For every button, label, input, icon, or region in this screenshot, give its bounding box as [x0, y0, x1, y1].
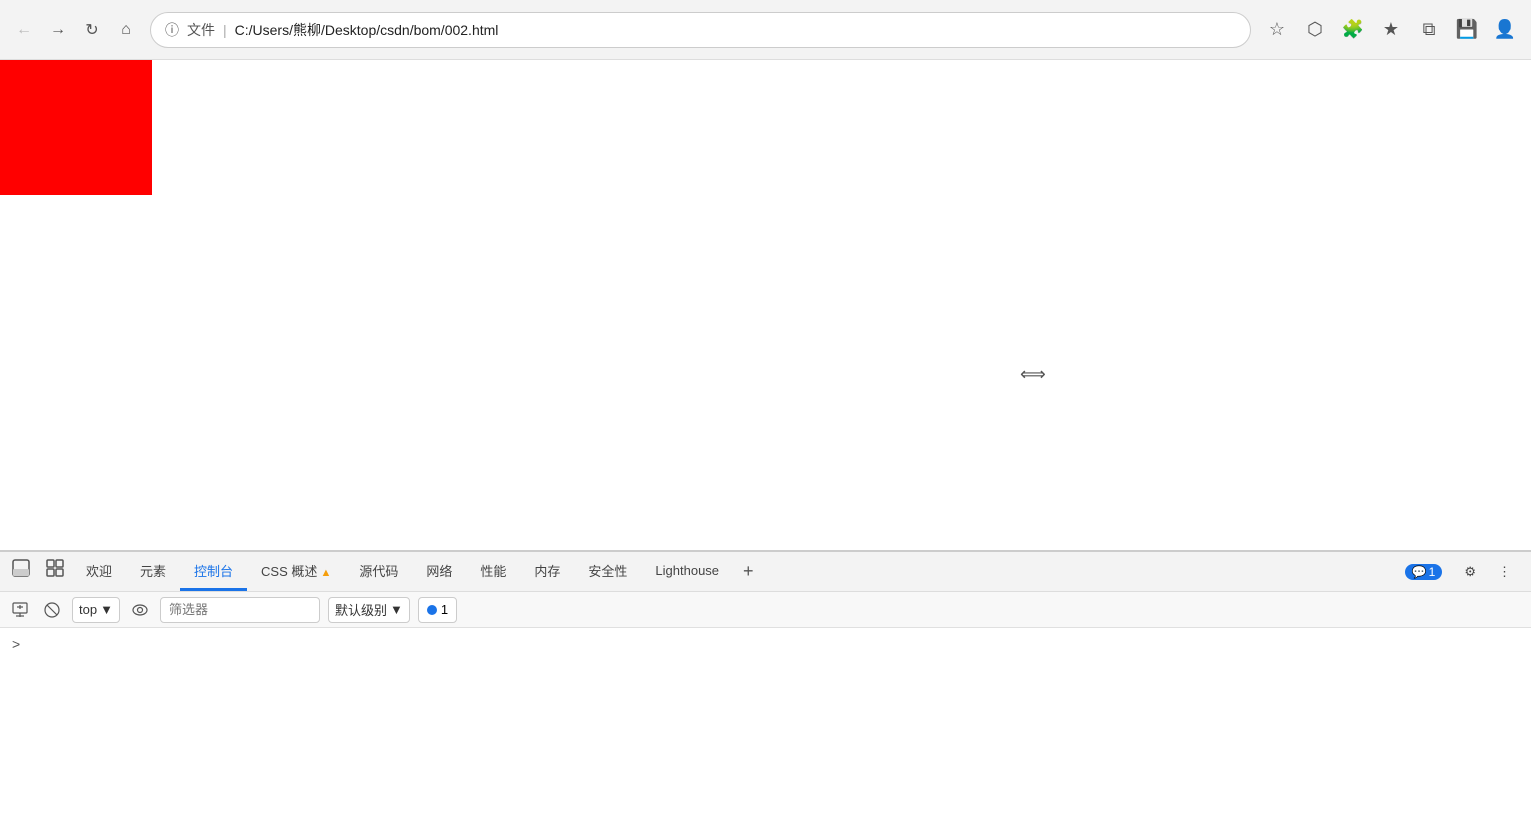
favorites-bar-icon[interactable]: ★ — [1377, 16, 1405, 44]
tab-performance[interactable]: 性能 — [466, 553, 520, 591]
message-count-badge[interactable]: 1 — [418, 597, 457, 623]
devtools-settings-button[interactable]: ⚙ — [1456, 560, 1484, 584]
console-message-badge: 💬1 — [1405, 564, 1443, 580]
forward-button[interactable]: → — [46, 18, 70, 42]
tab-memory[interactable]: 内存 — [520, 553, 574, 591]
message-dot-icon — [427, 605, 437, 615]
info-icon: ⓘ — [165, 20, 179, 40]
console-toolbar: top ▼ 默认级别 ▼ 1 — [0, 592, 1531, 628]
console-chevron-icon[interactable]: > — [12, 636, 20, 652]
add-tab-button[interactable]: + — [733, 557, 764, 586]
tab-css-overview[interactable]: CSS 概述 — [247, 553, 345, 591]
split-screen-icon[interactable]: ⬡ — [1301, 16, 1329, 44]
dropdown-arrow-icon: ▼ — [100, 602, 113, 617]
eye-button[interactable] — [128, 598, 152, 622]
address-bar[interactable]: ⓘ 文件 | C:/Users/熊柳/Desktop/csdn/bom/002.… — [150, 12, 1251, 48]
url-text: C:/Users/熊柳/Desktop/csdn/bom/002.html — [235, 20, 1236, 40]
resize-cursor-indicator: ⟺ — [1020, 364, 1046, 385]
more-icon: ⋮ — [1498, 564, 1511, 580]
favorites-star-icon[interactable]: ☆ — [1263, 16, 1291, 44]
context-dropdown[interactable]: top ▼ — [72, 597, 120, 623]
message-count-label: 1 — [441, 602, 448, 617]
level-dropdown-arrow-icon: ▼ — [390, 602, 403, 617]
toolbar-icons: ☆ ⬡ 🧩 ★ ⧉ 💾 👤 — [1263, 16, 1519, 44]
tab-console[interactable]: 控制台 — [180, 553, 247, 591]
tab-dock-icon[interactable] — [4, 555, 38, 589]
devtools-panel: 欢迎 元素 控制台 CSS 概述 源代码 网络 性能 内存 安全性 Lighth… — [0, 550, 1531, 840]
tab-welcome[interactable]: 欢迎 — [72, 553, 126, 591]
profile-icon[interactable]: 👤 — [1491, 16, 1519, 44]
console-content: > — [0, 628, 1531, 840]
tab-sources[interactable]: 源代码 — [345, 553, 412, 591]
tab-security[interactable]: 安全性 — [574, 553, 641, 591]
clear-console-button[interactable] — [40, 598, 64, 622]
back-button[interactable]: ← — [12, 18, 36, 42]
devtools-tabs: 欢迎 元素 控制台 CSS 概述 源代码 网络 性能 内存 安全性 Lighth… — [0, 552, 1531, 592]
extensions-icon[interactable]: 🧩 — [1339, 16, 1367, 44]
red-box — [0, 60, 152, 195]
separator: | — [223, 22, 227, 38]
nav-buttons: ← → ↻ ⌂ — [12, 18, 138, 42]
tab-undock-icon[interactable] — [38, 555, 72, 589]
devtools-more-button[interactable]: ⋮ — [1490, 560, 1519, 584]
console-prompt-row: > — [0, 632, 1531, 656]
add-expression-button[interactable] — [8, 598, 32, 622]
tab-network[interactable]: 网络 — [412, 553, 466, 591]
home-button[interactable]: ⌂ — [114, 18, 138, 42]
default-level-label: 默认级别 — [335, 600, 387, 619]
console-count-badge[interactable]: 💬1 — [1397, 560, 1451, 584]
settings-icon: ⚙ — [1464, 564, 1476, 580]
file-label: 文件 — [187, 20, 215, 40]
save-icon[interactable]: 💾 — [1453, 16, 1481, 44]
refresh-button[interactable]: ↻ — [80, 18, 104, 42]
devtools-right-icons: 💬1 ⚙ ⋮ — [1397, 560, 1527, 584]
browser-chrome: ← → ↻ ⌂ ⓘ 文件 | C:/Users/熊柳/Desktop/csdn/… — [0, 0, 1531, 60]
tab-lighthouse[interactable]: Lighthouse — [641, 555, 733, 589]
filter-input[interactable] — [160, 597, 320, 623]
tab-elements[interactable]: 元素 — [126, 553, 180, 591]
top-label: top — [79, 602, 97, 617]
collections-icon[interactable]: ⧉ — [1415, 16, 1443, 44]
page-content: ⟺ — [0, 60, 1531, 550]
log-level-dropdown[interactable]: 默认级别 ▼ — [328, 597, 410, 623]
